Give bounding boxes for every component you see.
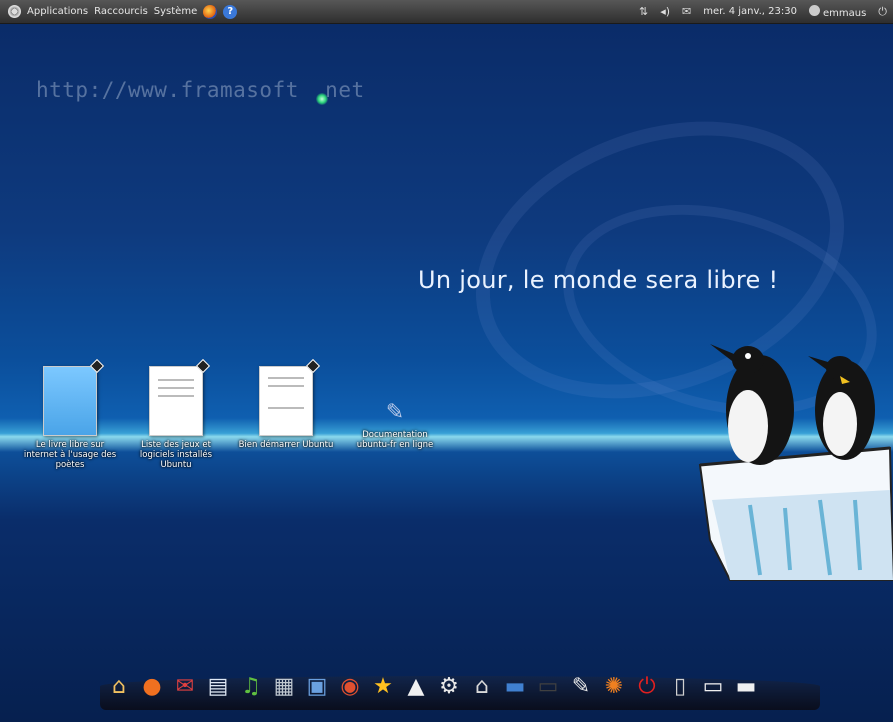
favorites-icon[interactable]: ★ — [368, 672, 398, 702]
linux-icon[interactable]: ▲ — [401, 672, 431, 702]
link-icon: ✎ — [385, 400, 405, 425]
workspace-icon[interactable]: ▬ — [500, 672, 530, 702]
trash-icon[interactable]: ▯ — [665, 672, 695, 702]
favorites-icon-glyph: ★ — [373, 674, 393, 699]
desktop-icon-bien-demarrer[interactable]: Bien démarrer Ubuntu — [236, 358, 336, 450]
video-icon[interactable]: ▦ — [269, 672, 299, 702]
video-icon-glyph: ▦ — [273, 674, 295, 699]
help-icon[interactable]: ? — [223, 4, 238, 19]
panel-right: ⇅ ◂) ✉ mer. 4 janv., 23:30 emmaus ⏻ — [639, 4, 893, 19]
user-icon — [808, 4, 820, 16]
window-icon-glyph: ▭ — [702, 674, 724, 699]
media-player-icon-glyph: ◉ — [340, 674, 360, 699]
settings-icon-glyph: ⚙ — [439, 674, 459, 699]
document-thumbnail-icon — [259, 358, 321, 436]
photos-icon-glyph: ▣ — [306, 674, 328, 699]
document-icon-glyph: ▤ — [207, 674, 229, 699]
text-editor-icon[interactable]: ✎ — [566, 672, 596, 702]
volume-icon[interactable]: ◂) — [660, 5, 670, 18]
minimized-window-icon-glyph: ▬ — [735, 674, 757, 699]
network-icon[interactable]: ⇅ — [639, 5, 648, 18]
settings-icon[interactable]: ⚙ — [434, 672, 464, 702]
username: emmaus — [822, 7, 867, 19]
mail-icon-glyph: ✉ — [175, 674, 195, 699]
penguins-illustration — [698, 344, 893, 581]
house-icon[interactable]: ⌂ — [467, 672, 497, 702]
home-icon[interactable]: ⌂ — [104, 672, 134, 702]
home-icon-glyph: ⌂ — [112, 674, 126, 699]
wallpaper-slogan: Un jour, le monde sera libre ! — [418, 266, 779, 294]
menu-raccourcis[interactable]: Raccourcis — [94, 6, 148, 17]
window-icon[interactable]: ▭ — [698, 672, 728, 702]
panel-left: Applications Raccourcis Système ? — [0, 4, 238, 19]
workspace-icon-glyph: ▬ — [504, 674, 526, 699]
music-icon[interactable]: ♫ — [236, 672, 266, 702]
ubuntu-logo-icon[interactable] — [8, 5, 21, 18]
clock[interactable]: mer. 4 janv., 23:30 — [703, 6, 797, 17]
music-icon-glyph: ♫ — [241, 674, 261, 699]
shortcut-arrow-icon — [89, 358, 105, 374]
desktop-icon-liste[interactable]: Liste des jeux et logiciels installés Ub… — [126, 358, 226, 470]
shutdown-icon[interactable]: ⏻ — [878, 5, 887, 19]
user-menu[interactable]: emmaus — [808, 4, 867, 19]
minimized-window-icon[interactable]: ▬ — [731, 672, 761, 702]
wallpaper-url-text: http://www.framasoft — [36, 78, 299, 102]
terminal-icon-glyph: ▭ — [537, 674, 559, 699]
document-icon[interactable]: ▤ — [203, 672, 233, 702]
shortcut-arrow-icon — [305, 358, 321, 374]
power-icon[interactable]: ⏻ — [632, 672, 662, 702]
terminal-icon[interactable]: ▭ — [533, 672, 563, 702]
mail-icon[interactable]: ✉ — [170, 672, 200, 702]
power-icon-glyph: ⏻ — [638, 674, 656, 699]
desktop-icon-documentation[interactable]: ✎ Documentation ubuntu-fr en ligne — [345, 400, 445, 450]
shortcut-arrow-icon — [195, 358, 211, 374]
firefox-launcher-icon[interactable] — [203, 4, 218, 19]
text-editor-icon-glyph: ✎ — [571, 674, 591, 699]
wallpaper-url-suffix: net — [325, 78, 365, 102]
house-icon-glyph: ⌂ — [475, 674, 489, 699]
ubuntu-icon-glyph: ✺ — [604, 674, 624, 699]
desktop-icon-label: Bien démarrer Ubuntu — [238, 440, 334, 450]
firefox-icon-glyph: ● — [142, 674, 162, 699]
dock: ⌂ ● ✉ ▤ ♫ ▦ ▣ ◉ ★ ▲ ⚙ ⌂ ▬ ▭ ✎ ✺ ⏻ ▯ ▭ ▬ — [104, 666, 761, 702]
document-thumbnail-icon — [43, 358, 105, 436]
firefox-icon[interactable]: ● — [137, 672, 167, 702]
ubuntu-icon[interactable]: ✺ — [599, 672, 629, 702]
desktop-icon-label: Le livre libre sur internet à l'usage de… — [23, 440, 117, 470]
desktop-icon-label: Liste des jeux et logiciels installés Ub… — [139, 440, 213, 470]
menu-applications[interactable]: Applications — [27, 6, 88, 17]
wallpaper-star — [316, 93, 328, 105]
linux-icon-glyph: ▲ — [407, 674, 425, 699]
desktop-icon-livre[interactable]: Le livre libre sur internet à l'usage de… — [20, 358, 120, 470]
document-thumbnail-icon — [149, 358, 211, 436]
media-player-icon[interactable]: ◉ — [335, 672, 365, 702]
menu-systeme[interactable]: Système — [154, 6, 197, 17]
desktop-icon-label: Documentation ubuntu-fr en ligne — [356, 430, 434, 450]
top-panel: Applications Raccourcis Système ? ⇅ ◂) ✉… — [0, 0, 893, 24]
photos-icon[interactable]: ▣ — [302, 672, 332, 702]
mail-notification-icon[interactable]: ✉ — [682, 5, 691, 18]
trash-icon-glyph: ▯ — [673, 674, 687, 699]
